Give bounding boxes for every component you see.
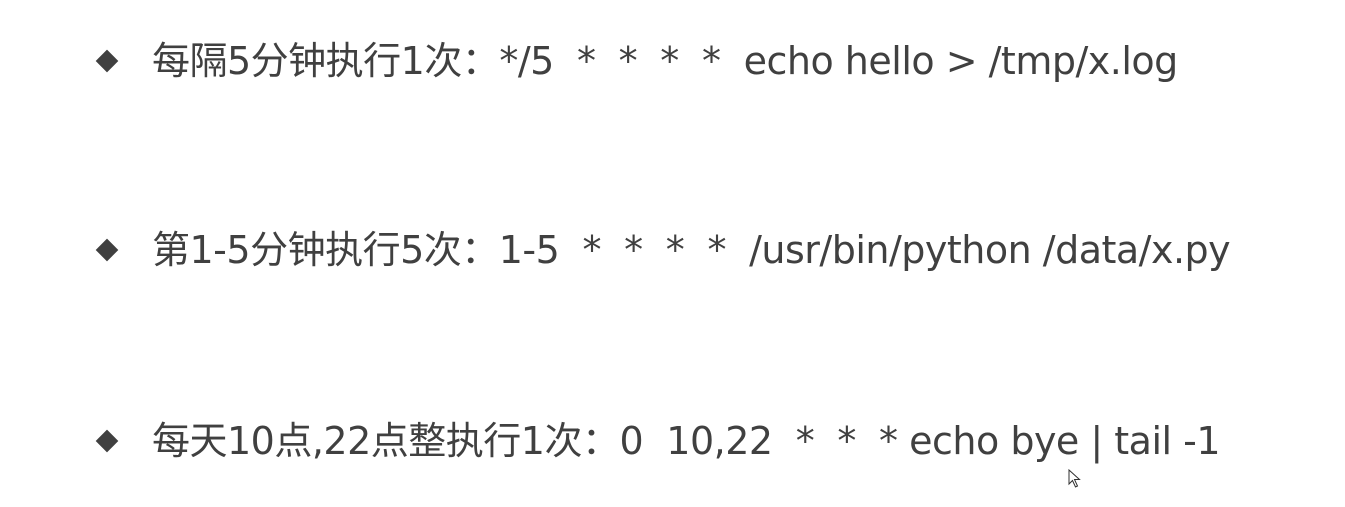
diamond-bullet-icon — [96, 50, 118, 72]
bullet-item-daily-10-and-22: 每天10点,22点整执行1次：0 10,22 * * * echo bye | … — [96, 411, 1221, 471]
bullet-item-every-5-minutes: 每隔5分钟执行1次：*/5 * * * * echo hello > /tmp/… — [96, 31, 1178, 91]
diamond-bullet-icon — [96, 430, 118, 452]
slide: 每隔5分钟执行1次：*/5 * * * * echo hello > /tmp/… — [0, 0, 1345, 507]
diamond-bullet-icon — [96, 239, 118, 261]
cron-example-text: 每天10点,22点整执行1次：0 10,22 * * * echo bye | … — [152, 419, 1221, 463]
mouse-cursor-icon — [1068, 469, 1081, 488]
cron-example-text: 第1-5分钟执行5次：1-5 * * * * /usr/bin/python /… — [152, 228, 1231, 272]
cron-example-text: 每隔5分钟执行1次：*/5 * * * * echo hello > /tmp/… — [152, 39, 1178, 83]
bullet-item-minutes-1-to-5: 第1-5分钟执行5次：1-5 * * * * /usr/bin/python /… — [96, 220, 1231, 280]
